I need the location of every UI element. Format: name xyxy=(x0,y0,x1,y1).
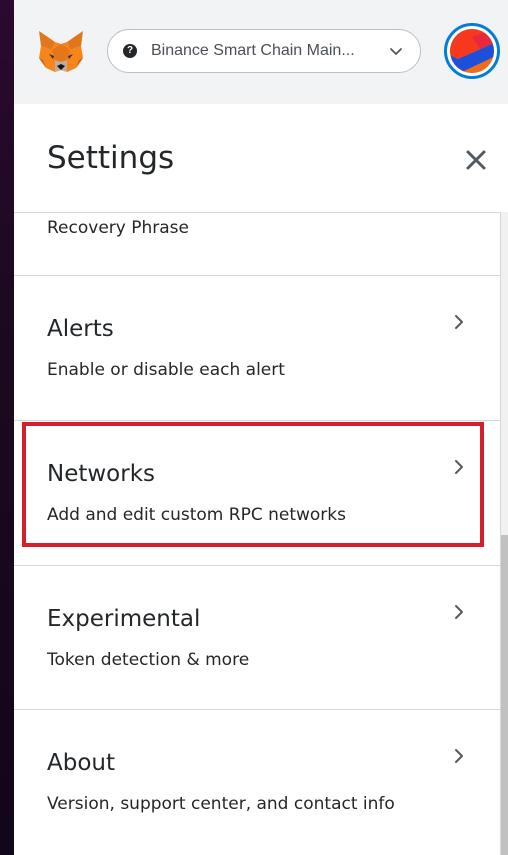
settings-item-networks[interactable]: Networks Add and edit custom RPC network… xyxy=(14,421,500,566)
settings-item-title: About xyxy=(47,750,116,776)
metamask-fox-logo[interactable] xyxy=(36,28,86,76)
close-icon[interactable] xyxy=(464,148,488,172)
settings-item-desc: Recovery Phrase xyxy=(47,218,189,238)
settings-item-security[interactable]: Recovery Phrase xyxy=(14,212,500,276)
page-title: Settings xyxy=(47,140,175,176)
settings-header: Settings xyxy=(14,104,508,213)
account-avatar[interactable] xyxy=(444,23,500,79)
network-dot-icon: ? xyxy=(123,44,137,58)
identicon xyxy=(450,29,494,73)
chevron-right-icon xyxy=(455,460,463,474)
settings-item-title: Networks xyxy=(47,461,156,487)
settings-item-desc: Enable or disable each alert xyxy=(47,360,285,380)
settings-item-experimental[interactable]: Experimental Token detection & more xyxy=(14,566,500,710)
app-header: ? Binance Smart Chain Main... xyxy=(14,0,508,104)
chevron-right-icon xyxy=(455,605,463,619)
settings-item-about[interactable]: About Version, support center, and conta… xyxy=(14,710,500,855)
metamask-popup: ? Binance Smart Chain Main... Settings R… xyxy=(14,0,508,855)
network-name: Binance Smart Chain Main... xyxy=(151,42,355,59)
settings-item-desc: Add and edit custom RPC networks xyxy=(47,505,346,525)
chevron-down-icon xyxy=(390,48,402,55)
settings-item-title: Experimental xyxy=(47,606,201,632)
network-selector[interactable]: ? Binance Smart Chain Main... xyxy=(107,29,421,73)
settings-list: Recovery Phrase Alerts Enable or disable… xyxy=(14,212,501,855)
chevron-right-icon xyxy=(455,749,463,763)
settings-item-title: Alerts xyxy=(47,316,114,342)
settings-item-desc: Version, support center, and contact inf… xyxy=(47,794,395,814)
settings-item-desc: Token detection & more xyxy=(47,650,250,670)
settings-item-alerts[interactable]: Alerts Enable or disable each alert xyxy=(14,276,500,421)
scrollbar-thumb[interactable] xyxy=(501,535,508,855)
chevron-right-icon xyxy=(455,315,463,329)
